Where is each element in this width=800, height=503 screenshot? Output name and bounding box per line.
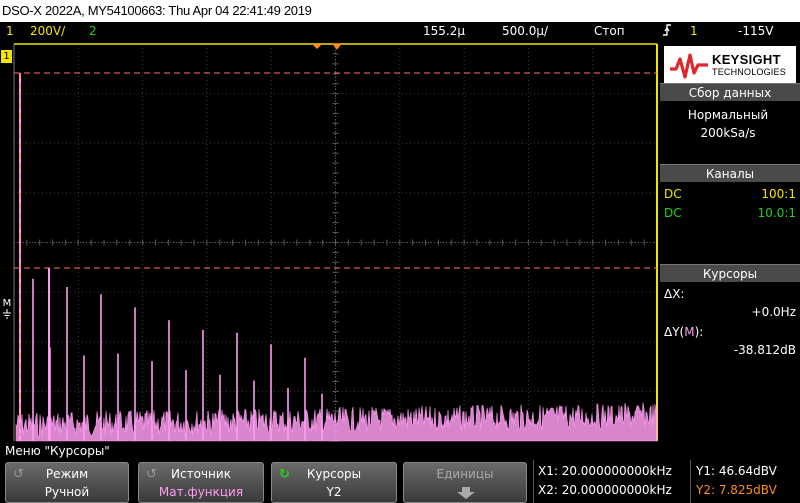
trigger-level[interactable]: -115V [738,22,773,40]
window-title: DSO-X 2022A, MY54100663: Thu Apr 04 22:4… [0,0,800,22]
ch1-probe: 100:1 [761,187,796,201]
readout-divider [690,460,691,503]
ch1-ground-marker[interactable]: 1 [1,50,12,63]
cursor-readout: X1: 20.000000000kHz X2: 20.000000000kHz … [533,460,800,503]
keysight-wave-icon [670,53,708,79]
delta-y-prefix: ΔY( [664,325,685,339]
mode-softkey[interactable]: ↺ Режим Ручной [5,462,129,503]
acquisition-mode: Нормальный [687,108,769,122]
run-state: Стоп [594,24,625,38]
ch2-number[interactable]: 2 [89,22,97,40]
ch1-scale[interactable]: 200V/ [30,22,65,40]
channels-header: Каналы [660,164,800,182]
status-bar: 1 200V/ 2 155.2µ 500.0µ/ Стоп 1 -115V [0,22,800,40]
mode-value: Ручной [44,485,90,499]
submenu-arrow-icon [456,487,476,502]
cursor-x1-readout: X1: 20.000000000kHz [538,464,672,478]
cursor-y1-readout: Y1: 46.64dBV [696,464,777,478]
logo-brand: KEYSIGHT [712,52,781,67]
cursors-header: Курсоры [660,264,800,282]
trigger-edge-icon [662,22,672,43]
trigger-source[interactable]: 1 [690,22,698,40]
delta-y-value: -38.812dB [733,343,796,357]
math-marker-label: M [2,298,12,309]
keysight-logo: KEYSIGHT TECHNOLOGIES [664,46,796,86]
mode-label: Режим [45,467,89,481]
ch1-marker-label: 1 [3,51,10,62]
source-label: Источник [171,467,231,481]
menu-title: Меню "Курсоры" [0,442,800,460]
delta-x-value: +0.0Hz [751,305,796,319]
units-label: Единицы [436,467,494,481]
time-scale[interactable]: 500.0µ/ [502,22,548,40]
logo-subtitle: TECHNOLOGIES [712,67,786,77]
delta-y-source: M [684,325,695,339]
delta-y-suffix: ): [694,325,704,339]
waveform-display[interactable]: 1 M [0,40,662,442]
units-softkey[interactable]: Единицы [403,462,527,503]
source-value: Мат.функция [158,485,244,499]
cursors-label: Курсоры [306,467,362,481]
delta-x-label: ΔX: [664,287,685,301]
ch2-probe: 10.0:1 [757,206,796,220]
sample-rate: 200kSa/s [700,126,756,140]
ch1-number[interactable]: 1 [6,22,14,40]
info-panel: KEYSIGHT TECHNOLOGIES Сбор данных Нормал… [660,44,800,442]
cursors-value: Y2 [326,485,342,499]
math-ground-marker[interactable]: M [0,298,14,322]
ground-icon [3,309,11,322]
source-softkey[interactable]: ↺ Источник Мат.функция [138,462,264,503]
delta-y-label: ΔY(M): [664,323,800,341]
cursor-y2-readout: Y2: 7.825dBV [696,483,777,497]
cursor-x2-readout: X2: 20.000000000kHz [538,483,672,497]
acquisition-header: Сбор данных [660,83,800,101]
time-delay[interactable]: 155.2µ [423,22,465,40]
cursors-softkey[interactable]: ↻ Курсоры Y2 [271,462,397,503]
